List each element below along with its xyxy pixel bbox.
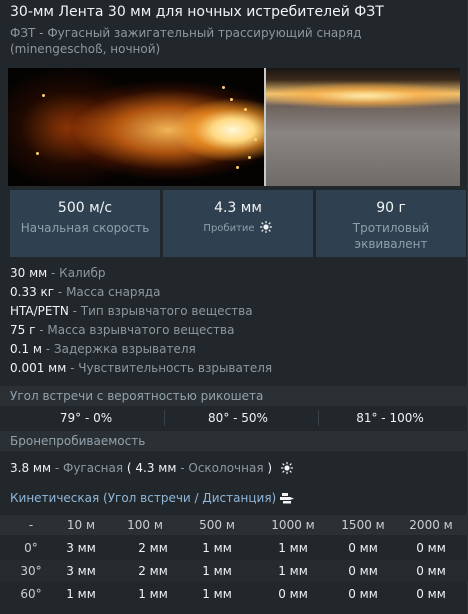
property-value: 0.001 мм xyxy=(10,361,67,375)
property-fuse-delay: 0.1 м - Задержка взрывателя xyxy=(10,342,196,356)
stat-value: 4.3 мм xyxy=(214,200,262,216)
property-label: Чувствительность взрывателя xyxy=(78,361,273,375)
stat-value: 90 г xyxy=(376,200,406,216)
property-value: 75 г xyxy=(10,323,36,337)
penetration-section-header: Бронепробиваемость xyxy=(0,431,468,451)
value-cell: 2 мм xyxy=(138,541,168,555)
stat-muzzle-velocity: 500 м/с Начальная скорость xyxy=(10,190,160,257)
value-cell: 0 мм xyxy=(348,587,378,601)
table-row: 0° 3 мм 2 мм 1 мм 1 мм 0 мм 0 мм xyxy=(0,537,468,559)
value-cell: 0 мм xyxy=(348,541,378,555)
value-cell: 2 мм xyxy=(138,564,168,578)
value-cell: 1 мм xyxy=(66,587,96,601)
penetration-line: 3.8 мм - Фугасная ( 4.3 мм - Осколочная … xyxy=(10,461,294,475)
column-header: 100 м xyxy=(127,518,163,532)
property-explosive-type: HTA/PETN - Тип взрывчатого вещества xyxy=(10,304,253,318)
property-caliber: 30 мм - Калибр xyxy=(10,266,106,280)
stat-tnt-equivalent: 90 г Тротиловый эквивалент xyxy=(316,190,466,257)
column-header: 2000 м xyxy=(409,518,453,532)
column-header: 10 м xyxy=(66,518,96,532)
property-value: 0.1 м xyxy=(10,342,42,356)
property-value: 30 мм xyxy=(10,266,48,280)
table-row: 60° 1 мм 1 мм 1 мм 0 мм 0 мм 0 мм xyxy=(0,583,468,605)
stat-label: Пробитие xyxy=(203,223,255,234)
property-label: Масса взрывчатого вещества xyxy=(47,323,235,337)
explosion-icon xyxy=(280,462,293,474)
explosion-icon xyxy=(259,221,272,233)
property-projectile-mass: 0.33 кг - Масса снаряда xyxy=(10,285,161,299)
frag-penetration-label: Осколочная xyxy=(188,461,264,475)
table-row: 30° 3 мм 2 мм 1 мм 1 мм 0 мм 0 мм xyxy=(0,560,468,582)
value-cell: 1 мм xyxy=(202,587,232,601)
value-cell: 0 мм xyxy=(416,564,446,578)
shell-distance-icon xyxy=(280,493,295,504)
value-cell: 1 мм xyxy=(138,587,168,601)
stat-label: Начальная скорость xyxy=(20,221,150,235)
value-cell: 0 мм xyxy=(416,541,446,555)
ricochet-item: 81° - 100% xyxy=(356,411,424,425)
penetration-section-title: Бронепробиваемость xyxy=(10,434,146,448)
value-cell: 0 мм xyxy=(278,587,308,601)
column-header: 1500 м xyxy=(341,518,385,532)
impact-image xyxy=(266,68,460,186)
property-label: Тип взрывчатого вещества xyxy=(80,304,253,318)
property-explosive-mass: 75 г - Масса взрывчатого вещества xyxy=(10,323,235,337)
property-label: Задержка взрывателя xyxy=(53,342,196,356)
shell-effect-preview xyxy=(8,68,460,186)
property-label: Калибр xyxy=(59,266,106,280)
ricochet-row: 79° - 0% 80° - 50% 81° - 100% xyxy=(0,409,468,427)
stat-label-row: Пробитие xyxy=(163,221,313,237)
ricochet-item: 79° - 0% xyxy=(59,411,113,425)
kinetic-title-text: Кинетическая (Угол встречи / Дистанция) xyxy=(10,491,277,505)
value-cell: 1 мм xyxy=(278,564,308,578)
column-header: 500 м xyxy=(199,518,235,532)
value-cell: 0 мм xyxy=(348,564,378,578)
kinetic-table-header: - 10 м 100 м 500 м 1000 м 1500 м 2000 м xyxy=(0,515,468,535)
value-cell: 0 мм xyxy=(416,587,446,601)
property-value: 0.33 кг xyxy=(10,285,55,299)
he-penetration-value: 3.8 мм xyxy=(10,461,52,475)
stat-penetration: 4.3 мм Пробитие xyxy=(163,190,313,257)
explosion-image xyxy=(8,68,264,186)
value-cell: 3 мм xyxy=(66,564,96,578)
value-cell: 1 мм xyxy=(202,541,232,555)
ricochet-item: 80° - 50% xyxy=(208,411,268,425)
value-cell: 3 мм xyxy=(66,541,96,555)
shell-info-panel: 30-мм Лента 30 мм для ночных истребителе… xyxy=(0,0,468,614)
stat-value: 500 м/с xyxy=(57,200,113,216)
ricochet-section-header: Угол встречи с вероятностью рикошета xyxy=(0,386,468,406)
value-cell: 1 мм xyxy=(202,564,232,578)
shell-subtitle: ФЗТ - Фугасный зажигательный трассирующи… xyxy=(10,26,362,56)
property-label: Масса снаряда xyxy=(66,285,161,299)
shell-title: 30-мм Лента 30 мм для ночных истребителе… xyxy=(10,4,384,20)
frag-penetration-value: 4.3 мм xyxy=(135,461,177,475)
property-fuse-sensitivity: 0.001 мм - Чувствительность взрывателя xyxy=(10,361,273,375)
stat-label: Тротиловый эквивалент xyxy=(352,221,430,251)
he-penetration-label: Фугасная xyxy=(62,461,124,475)
ricochet-section-title: Угол встречи с вероятностью рикошета xyxy=(10,389,264,403)
property-value: HTA/PETN xyxy=(10,304,69,318)
kinetic-section-title: Кинетическая (Угол встречи / Дистанция) xyxy=(10,491,295,505)
value-cell: 1 мм xyxy=(278,541,308,555)
column-header: 1000 м xyxy=(271,518,315,532)
